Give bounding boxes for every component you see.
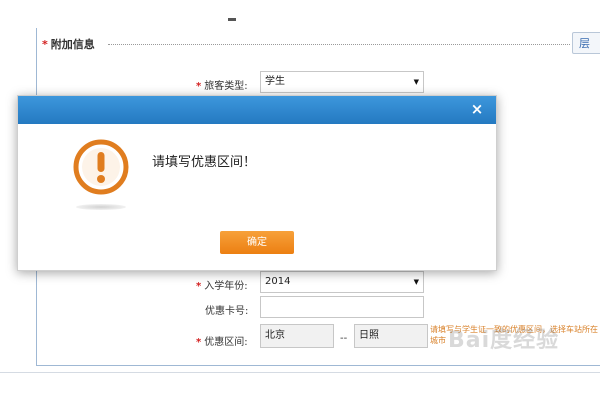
exclamation-circle-icon [73, 139, 129, 195]
section-divider [108, 44, 570, 45]
required-mark: * [196, 281, 202, 292]
required-mark: * [196, 81, 202, 92]
icon-shadow [76, 204, 126, 210]
enroll-year-select[interactable]: 2014 ▼ [260, 271, 424, 293]
enroll-year-label: * 入学年份: [196, 277, 248, 292]
page-divider [0, 372, 600, 373]
discount-range-from-input[interactable]: 北京 [260, 324, 334, 348]
required-mark: * [42, 37, 48, 51]
section-header: * 附加信息 [42, 36, 95, 52]
passenger-type-select[interactable]: 学生 ▼ [260, 71, 424, 93]
dialog-message: 请填写优惠区间！ [152, 155, 257, 170]
chevron-down-icon: ▼ [413, 278, 419, 286]
required-mark: * [196, 337, 202, 348]
discount-range-to-input[interactable]: 日照 [354, 324, 428, 348]
watermark: Bai度经验 [448, 328, 560, 353]
enroll-year-label-text: 入学年份: [204, 281, 248, 292]
discount-range-label-text: 优惠区间: [204, 337, 248, 348]
ok-button[interactable]: 确定 [220, 231, 294, 254]
passenger-type-value: 学生 [265, 76, 285, 87]
panel-border-bottom [36, 365, 600, 366]
top-mark [228, 18, 236, 21]
range-separator: -- [340, 333, 348, 344]
passenger-type-label-text: 旅客类型: [204, 81, 248, 92]
discount-card-label: 优惠卡号: [205, 306, 249, 317]
enroll-year-value: 2014 [265, 276, 291, 287]
section-title: 附加信息 [50, 38, 95, 51]
close-icon[interactable]: × [468, 99, 486, 119]
passenger-type-label: * 旅客类型: [196, 77, 248, 92]
discount-range-label: * 优惠区间: [196, 333, 248, 348]
dialog-header: × [18, 96, 496, 124]
chevron-down-icon: ▼ [413, 78, 419, 86]
alert-dialog: × 请填写优惠区间！ 确定 [17, 95, 497, 271]
side-button[interactable]: 层 [572, 32, 600, 54]
page: * 附加信息 层 * 旅客类型: 学生 ▼ * 入学年份: 2014 ▼ 优惠卡号:… [0, 0, 600, 400]
discount-card-input[interactable] [260, 296, 424, 318]
